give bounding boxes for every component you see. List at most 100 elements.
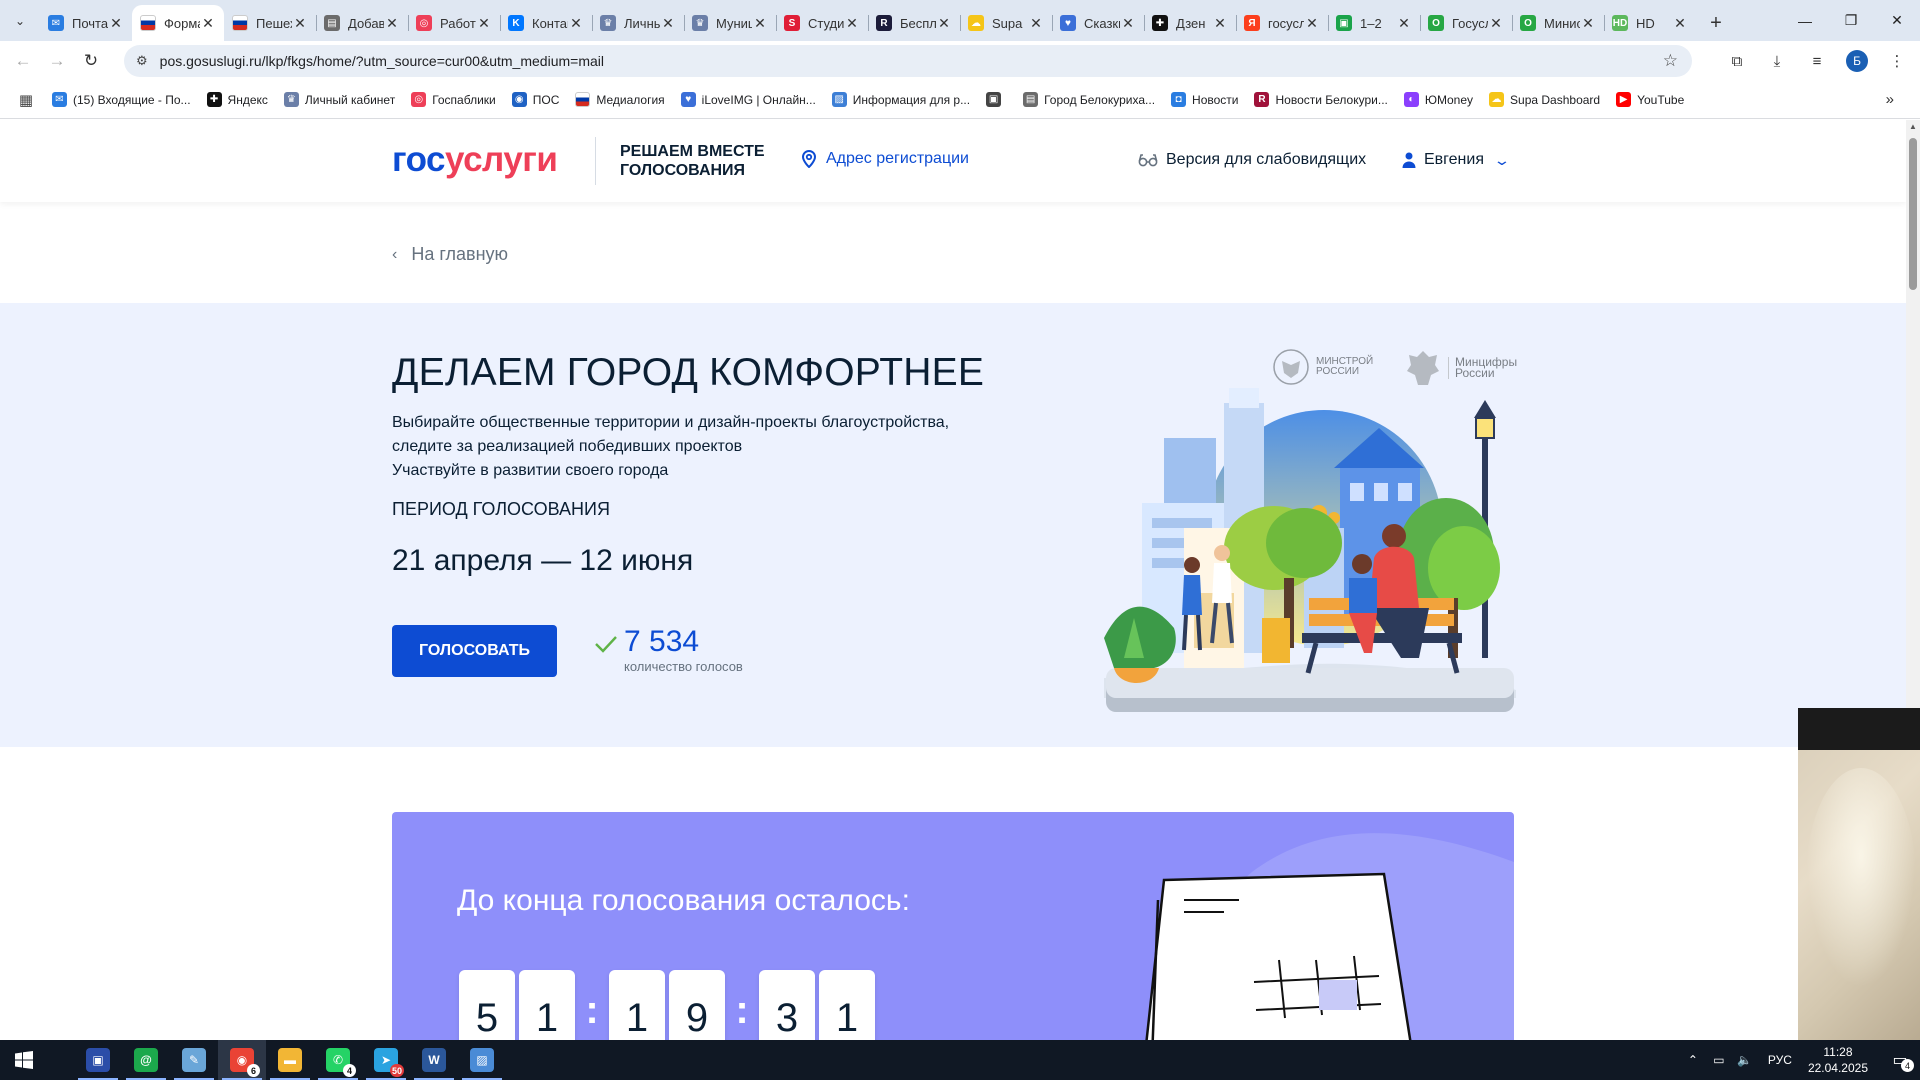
minimize-icon[interactable]: — — [1782, 0, 1828, 41]
word-app[interactable]: W — [410, 1040, 458, 1080]
browser-tab[interactable]: ▣ 1–2 ✕ — [1328, 5, 1420, 41]
bookmark-item[interactable]: ▤ Город Белокуриха... — [1023, 92, 1155, 107]
browser-tab[interactable]: HD HD ✕ — [1604, 5, 1696, 41]
new-tab-button[interactable]: + — [1700, 7, 1732, 39]
bookmark-item[interactable]: ♥ iLoveIMG | Онлайн... — [680, 92, 816, 107]
mail-ru-agent-app[interactable]: @ — [122, 1040, 170, 1080]
close-tab-icon[interactable]: ✕ — [292, 15, 308, 32]
browser-tab[interactable]: ♥ Сказки✕ — [1052, 5, 1144, 41]
whatsapp-app[interactable]: ✆ 4 — [314, 1040, 362, 1080]
browser-menu-icon[interactable]: ⋮ — [1882, 44, 1912, 78]
restore-icon[interactable]: ❐ — [1828, 0, 1874, 41]
tab-search-icon[interactable]: ⌄ — [8, 9, 32, 33]
close-tab-icon[interactable]: ✕ — [1028, 15, 1044, 32]
bookmark-item[interactable]: ▶ YouTube — [1616, 92, 1684, 107]
browser-toolbar: ← → ↻ ⚙ pos.gosuslugi.ru/lkp/fkgs/home/?… — [0, 41, 1920, 81]
close-tab-icon[interactable]: ✕ — [1488, 15, 1504, 32]
browser-tab[interactable]: Пешеходные✕ — [224, 5, 316, 41]
countdown-digit: 1 — [609, 970, 665, 1040]
bookmark-item[interactable]: ☁ Supa Dashboard — [1489, 92, 1600, 107]
close-tab-icon[interactable]: ✕ — [568, 15, 584, 32]
browser-tab[interactable]: ☁ Supa ✕ — [960, 5, 1052, 41]
close-tab-icon[interactable]: ✕ — [844, 15, 860, 32]
browser-tab[interactable]: ♛ Муниципальные✕ — [684, 5, 776, 41]
back-to-home-link[interactable]: ‹ На главную — [392, 244, 508, 265]
telegram-app[interactable]: ➤ 50 — [362, 1040, 410, 1080]
browser-tab[interactable]: ✉ Почта ✕ — [40, 5, 132, 41]
site-info-icon[interactable]: ⚙ — [136, 53, 148, 69]
hero-section: ДЕЛАЕМ ГОРОД КОМФОРТНЕЕ Выбирайте общест… — [0, 303, 1906, 747]
network-icon[interactable]: ▭ — [1708, 1053, 1730, 1067]
bookmark-star-icon[interactable]: ☆ — [1663, 51, 1678, 71]
close-tab-icon[interactable]: ✕ — [108, 15, 124, 32]
browser-tab[interactable]: Форма голосования✕ — [132, 5, 224, 41]
more-bookmarks-icon[interactable]: » — [1886, 91, 1894, 108]
browser-tab[interactable]: ♛ Личный✕ — [592, 5, 684, 41]
project-title[interactable]: РЕШАЕМ ВМЕСТЕ ГОЛОСОВАНИЯ — [620, 142, 765, 180]
bookmark-item[interactable]: ✚ Яндекс — [206, 92, 268, 107]
gosuslugi-logo[interactable]: госуслуги — [392, 140, 558, 180]
scroll-up-icon[interactable]: ▲ — [1909, 122, 1917, 131]
user-menu[interactable]: Евгения ⌄ — [1402, 151, 1511, 169]
close-tab-icon[interactable]: ✕ — [1212, 15, 1228, 32]
browser-tab[interactable]: R Бесплатно✕ — [868, 5, 960, 41]
browser-tab[interactable]: O Министерство✕ — [1512, 5, 1604, 41]
windows-start-icon[interactable] — [0, 1040, 48, 1080]
back-arrow-icon[interactable]: ← — [6, 44, 40, 78]
photos-app[interactable]: ▨ — [458, 1040, 506, 1080]
browser-tab[interactable]: ✚ Дзен ✕ — [1144, 5, 1236, 41]
close-tab-icon[interactable]: ✕ — [936, 15, 952, 32]
close-tab-icon[interactable]: ✕ — [1120, 15, 1136, 32]
browser-tab[interactable]: ▤ Добавить✕ — [316, 5, 408, 41]
bookmark-item[interactable]: ▨ Информация для р... — [831, 92, 970, 107]
accessibility-link[interactable]: Версия для слабовидящих — [1138, 151, 1366, 169]
browser-tab[interactable]: K Контакт✕ — [500, 5, 592, 41]
close-tab-icon[interactable]: ✕ — [660, 15, 676, 32]
volume-icon[interactable]: 🔈 — [1734, 1053, 1756, 1067]
address-bar[interactable]: ⚙ pos.gosuslugi.ru/lkp/fkgs/home/?utm_so… — [124, 45, 1692, 77]
bookmark-item[interactable]: ◘ Новости — [1171, 92, 1238, 107]
bookmark-item[interactable]: Медиалогия — [575, 92, 665, 107]
url-text[interactable]: pos.gosuslugi.ru/lkp/fkgs/home/?utm_sour… — [160, 53, 604, 69]
browser-tab[interactable]: Ягосуслуги✕ — [1236, 5, 1328, 41]
extensions-icon[interactable]: ⧉ — [1722, 44, 1752, 78]
tray-expand-icon[interactable]: ⌃ — [1682, 1053, 1704, 1067]
close-tab-icon[interactable]: ✕ — [1304, 15, 1320, 32]
close-tab-icon[interactable]: ✕ — [752, 15, 768, 32]
browser-tab[interactable]: S Студия✕ — [776, 5, 868, 41]
bookmark-item[interactable]: ◉ ПОС — [511, 92, 559, 107]
media-control-icon[interactable]: ≡ — [1802, 44, 1832, 78]
close-tab-icon[interactable]: ✕ — [476, 15, 492, 32]
clock[interactable]: 11:28 22.04.2025 — [1808, 1044, 1868, 1076]
address-link[interactable]: Адрес регистрации — [802, 150, 969, 168]
browser-tab[interactable]: ◎ Работа✕ — [408, 5, 500, 41]
bookmark-item[interactable]: ♛ Личный кабинет — [283, 92, 395, 107]
chrome-app[interactable]: ◉ 6 — [218, 1040, 266, 1080]
explorer-app[interactable]: ▬ — [266, 1040, 314, 1080]
bookmark-item[interactable]: ◎ Госпаблики — [411, 92, 496, 107]
vote-button[interactable]: ГОЛОСОВАТЬ — [392, 625, 557, 677]
close-tab-icon[interactable]: ✕ — [200, 15, 216, 32]
bookmark-item[interactable]: ▣ — [986, 92, 1007, 107]
browser-tab[interactable]: O Госуслуги✕ — [1420, 5, 1512, 41]
close-tab-icon[interactable]: ✕ — [1672, 15, 1688, 32]
close-tab-icon[interactable]: ✕ — [384, 15, 400, 32]
save-app[interactable]: ▣ — [74, 1040, 122, 1080]
forward-arrow-icon[interactable]: → — [40, 44, 74, 78]
download-icon[interactable]: ⤓ — [1762, 44, 1792, 78]
bookmark-item[interactable]: ✉ (15) Входящие - По... — [52, 92, 191, 107]
notepad-app[interactable]: ✎ — [170, 1040, 218, 1080]
bookmark-item[interactable]: ◐ ЮMoney — [1403, 92, 1473, 107]
notification-center-icon[interactable]: ▭ 4 — [1880, 1040, 1920, 1080]
close-tab-icon[interactable]: ✕ — [1580, 15, 1596, 32]
close-window-icon[interactable]: ✕ — [1874, 0, 1920, 41]
scrollbar-thumb[interactable] — [1909, 138, 1917, 290]
reload-icon[interactable]: ↻ — [74, 44, 108, 78]
apps-grid-icon[interactable]: ▦ — [14, 88, 38, 112]
close-tab-icon[interactable]: ✕ — [1396, 15, 1412, 32]
image-icon: ▨ — [831, 92, 847, 107]
tab-title: Госуслуги — [1452, 15, 1488, 31]
profile-avatar[interactable]: Б — [1842, 44, 1872, 78]
bookmark-item[interactable]: R Новости Белокури... — [1254, 92, 1388, 107]
language-indicator[interactable]: РУС — [1768, 1053, 1792, 1067]
